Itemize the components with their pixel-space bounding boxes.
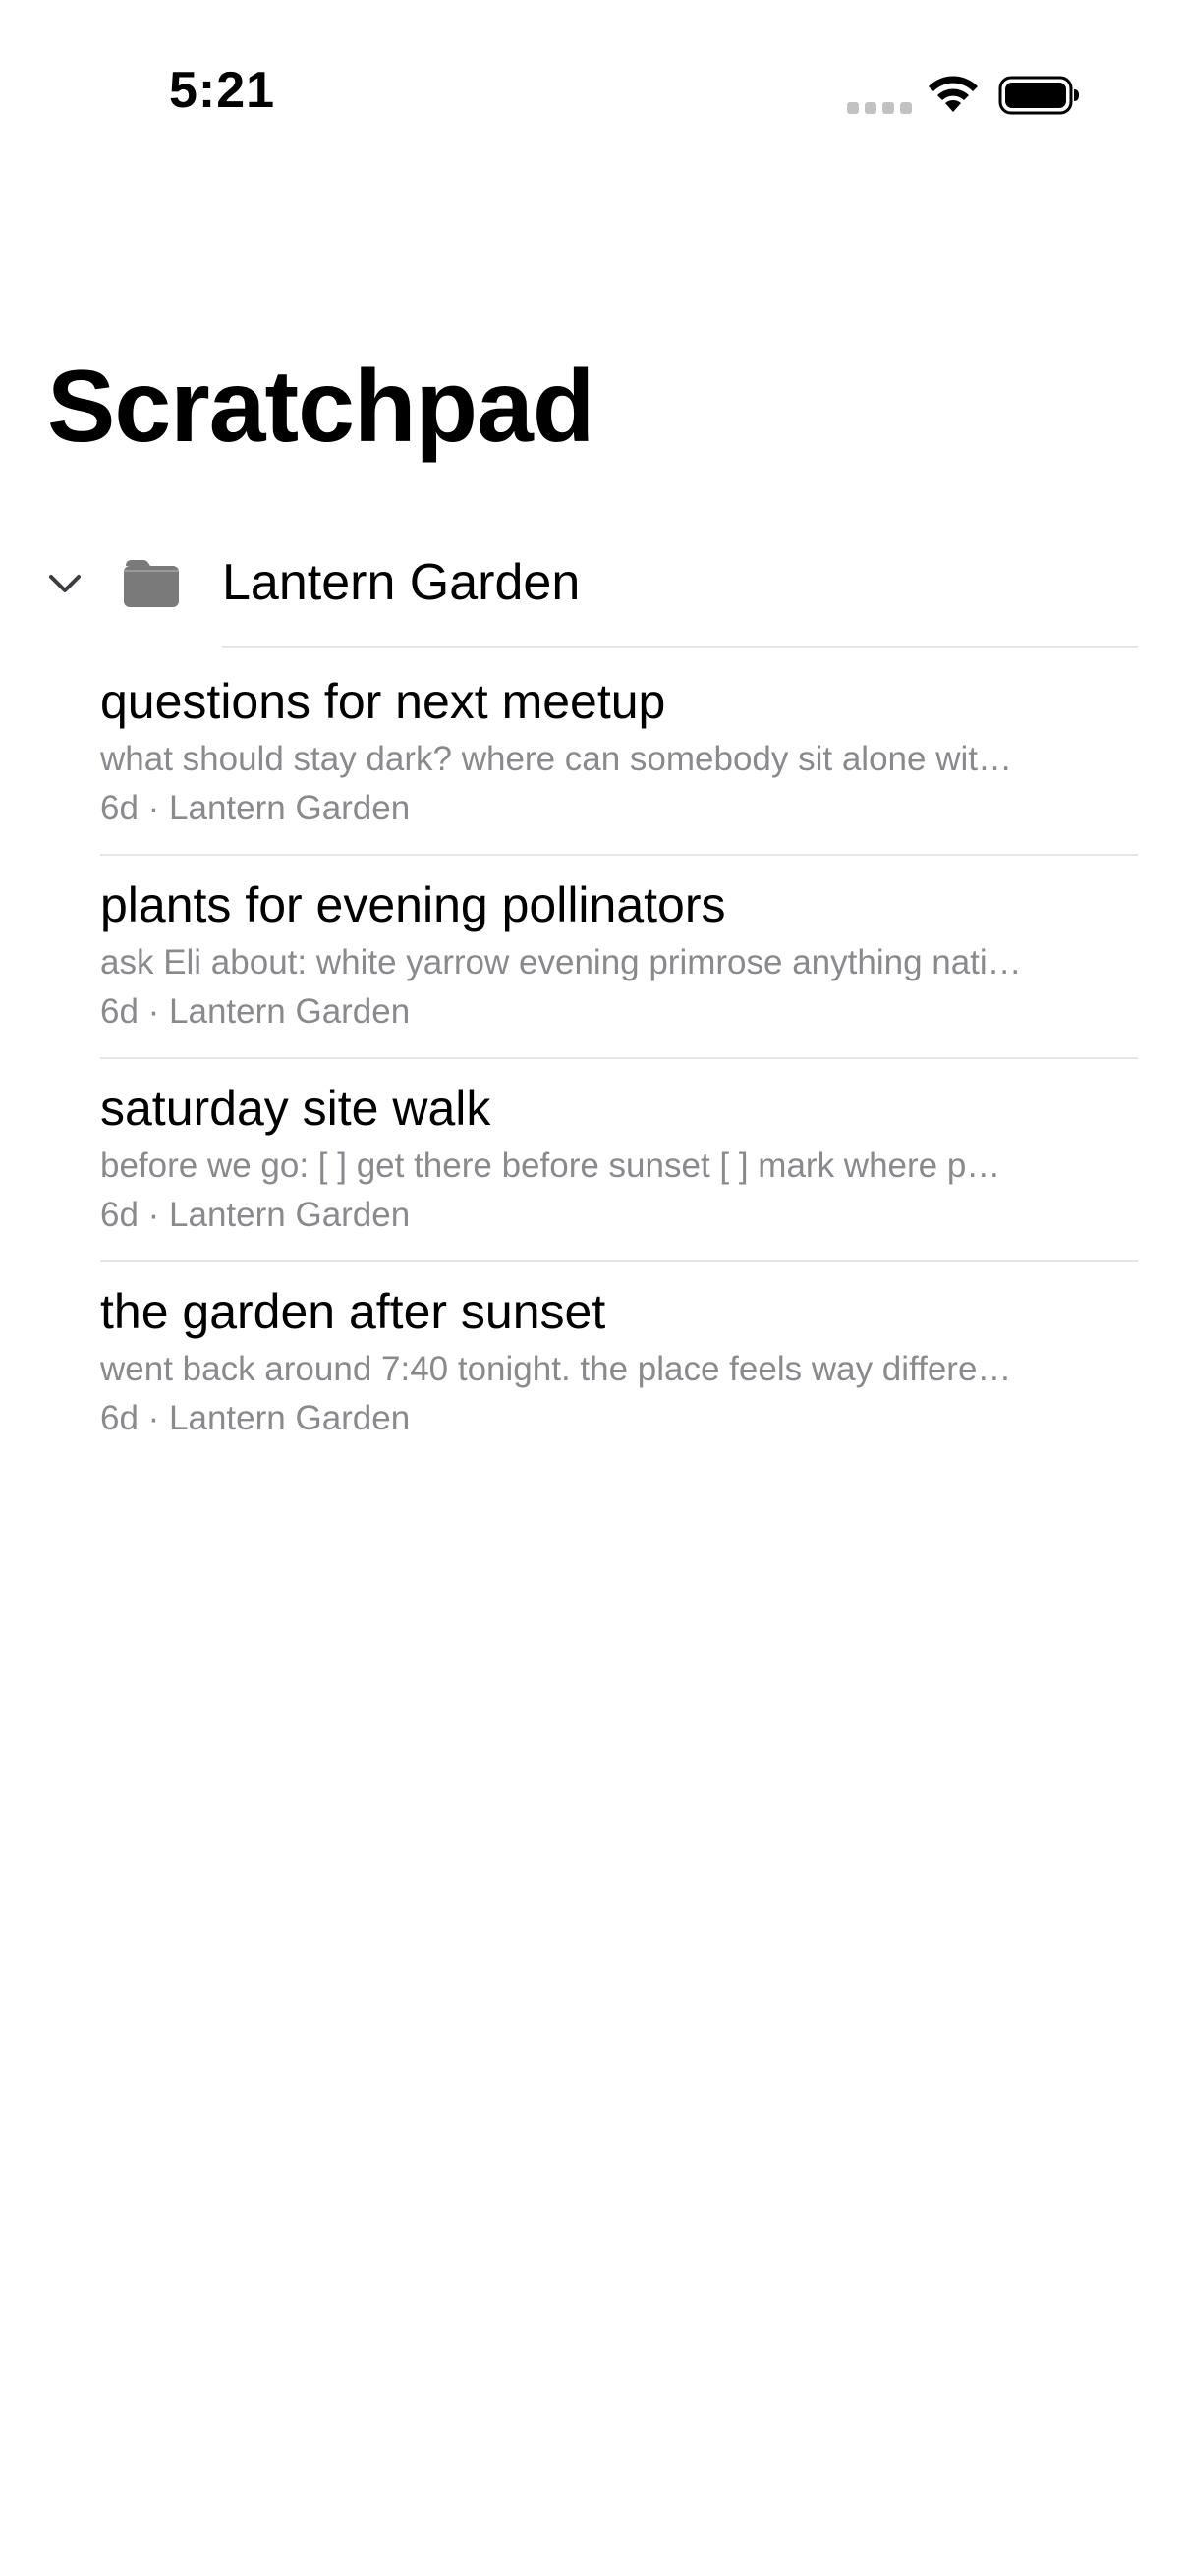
note-meta: 6d · Lantern Garden (100, 1196, 411, 1234)
wifi-icon (929, 76, 978, 112)
note-item[interactable]: the garden after sunset went back around… (100, 1262, 1138, 1466)
cellular-signal-icon (847, 102, 912, 114)
note-title: plants for evening pollinators (100, 877, 726, 932)
status-time: 5:21 (169, 62, 276, 119)
note-preview: went back around 7:40 tonight. the place… (100, 1350, 1012, 1388)
note-meta: 6d · Lantern Garden (100, 992, 411, 1031)
note-item[interactable]: questions for next meetup what should st… (100, 652, 1138, 856)
status-bar: 5:21 (0, 0, 1185, 196)
notes-list: questions for next meetup what should st… (100, 652, 1138, 1466)
note-title: saturday site walk (100, 1081, 491, 1136)
battery-icon (998, 76, 1079, 115)
note-meta: 6d · Lantern Garden (100, 1399, 411, 1437)
folder-row-lantern-garden[interactable]: Lantern Garden (0, 531, 1185, 648)
note-preview: ask Eli about: white yarrow evening prim… (100, 943, 1022, 981)
note-meta: 6d · Lantern Garden (100, 789, 411, 827)
note-item[interactable]: plants for evening pollinators ask Eli a… (100, 856, 1138, 1059)
note-preview: what should stay dark? where can somebod… (100, 740, 1012, 778)
note-preview: before we go: [ ] get there before sunse… (100, 1147, 1001, 1185)
note-item[interactable]: saturday site walk before we go: [ ] get… (100, 1059, 1138, 1262)
note-title: the garden after sunset (100, 1284, 606, 1339)
divider (222, 646, 1138, 648)
note-title: questions for next meetup (100, 674, 666, 729)
folder-icon (124, 560, 179, 607)
chevron-down-icon[interactable] (45, 564, 85, 603)
page-title: Scratchpad (47, 350, 594, 464)
notes-screen: 5:21 Scratchpad Lantern Garden questions… (0, 0, 1185, 2576)
folder-name: Lantern Garden (222, 554, 581, 611)
